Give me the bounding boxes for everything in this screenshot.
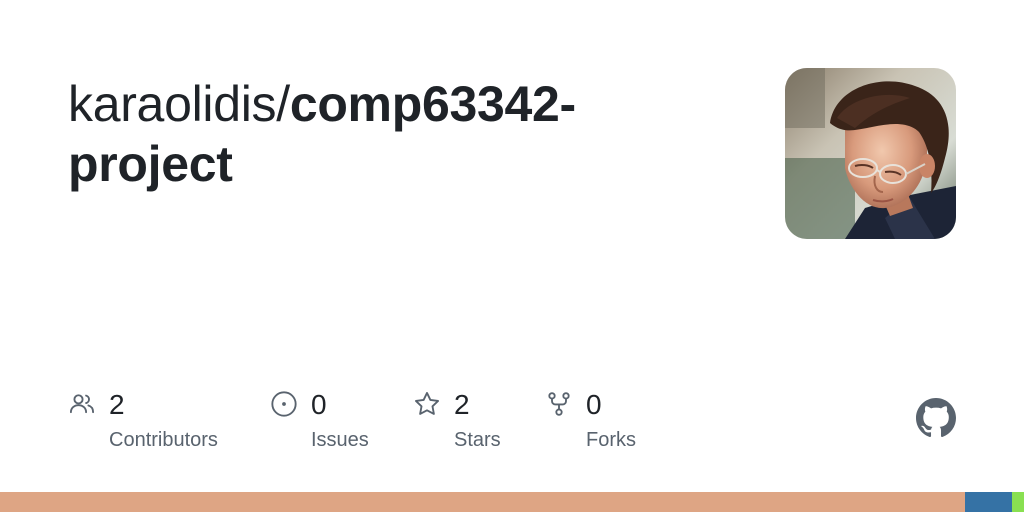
language-bar-segment: [964, 492, 1012, 512]
issues-label: Issues: [311, 429, 369, 451]
language-bar-segment: [0, 492, 965, 512]
stat-forks[interactable]: 0 Forks: [545, 388, 655, 458]
github-icon[interactable]: [916, 398, 956, 438]
star-icon: [413, 390, 441, 418]
forks-label: Forks: [586, 429, 636, 451]
people-icon: [68, 390, 96, 418]
stat-issues[interactable]: 0 Issues: [270, 388, 400, 458]
stars-count: 2: [454, 389, 470, 420]
repo-social-card: karaolidis/comp63342-project 2 Contribut…: [0, 0, 1024, 512]
avatar-image: [785, 68, 956, 239]
contributors-label: Contributors: [109, 429, 218, 451]
stars-label: Stars: [454, 429, 501, 451]
repo-owner[interactable]: karaolidis/: [68, 76, 290, 132]
fork-icon: [545, 390, 573, 418]
contributors-count: 2: [109, 389, 125, 420]
stat-stars[interactable]: 2 Stars: [413, 388, 523, 458]
avatar[interactable]: [785, 68, 956, 239]
repo-title[interactable]: karaolidis/comp63342-project: [68, 74, 668, 194]
issue-icon: [270, 390, 298, 418]
forks-count: 0: [586, 389, 602, 420]
issues-count: 0: [311, 389, 327, 420]
stat-contributors[interactable]: 2 Contributors: [68, 388, 248, 458]
repo-stats: 2 Contributors 0 Issues 2 Stars 0 Forks: [0, 388, 1024, 458]
language-bar: [0, 492, 1024, 512]
language-bar-segment: [1011, 492, 1024, 512]
